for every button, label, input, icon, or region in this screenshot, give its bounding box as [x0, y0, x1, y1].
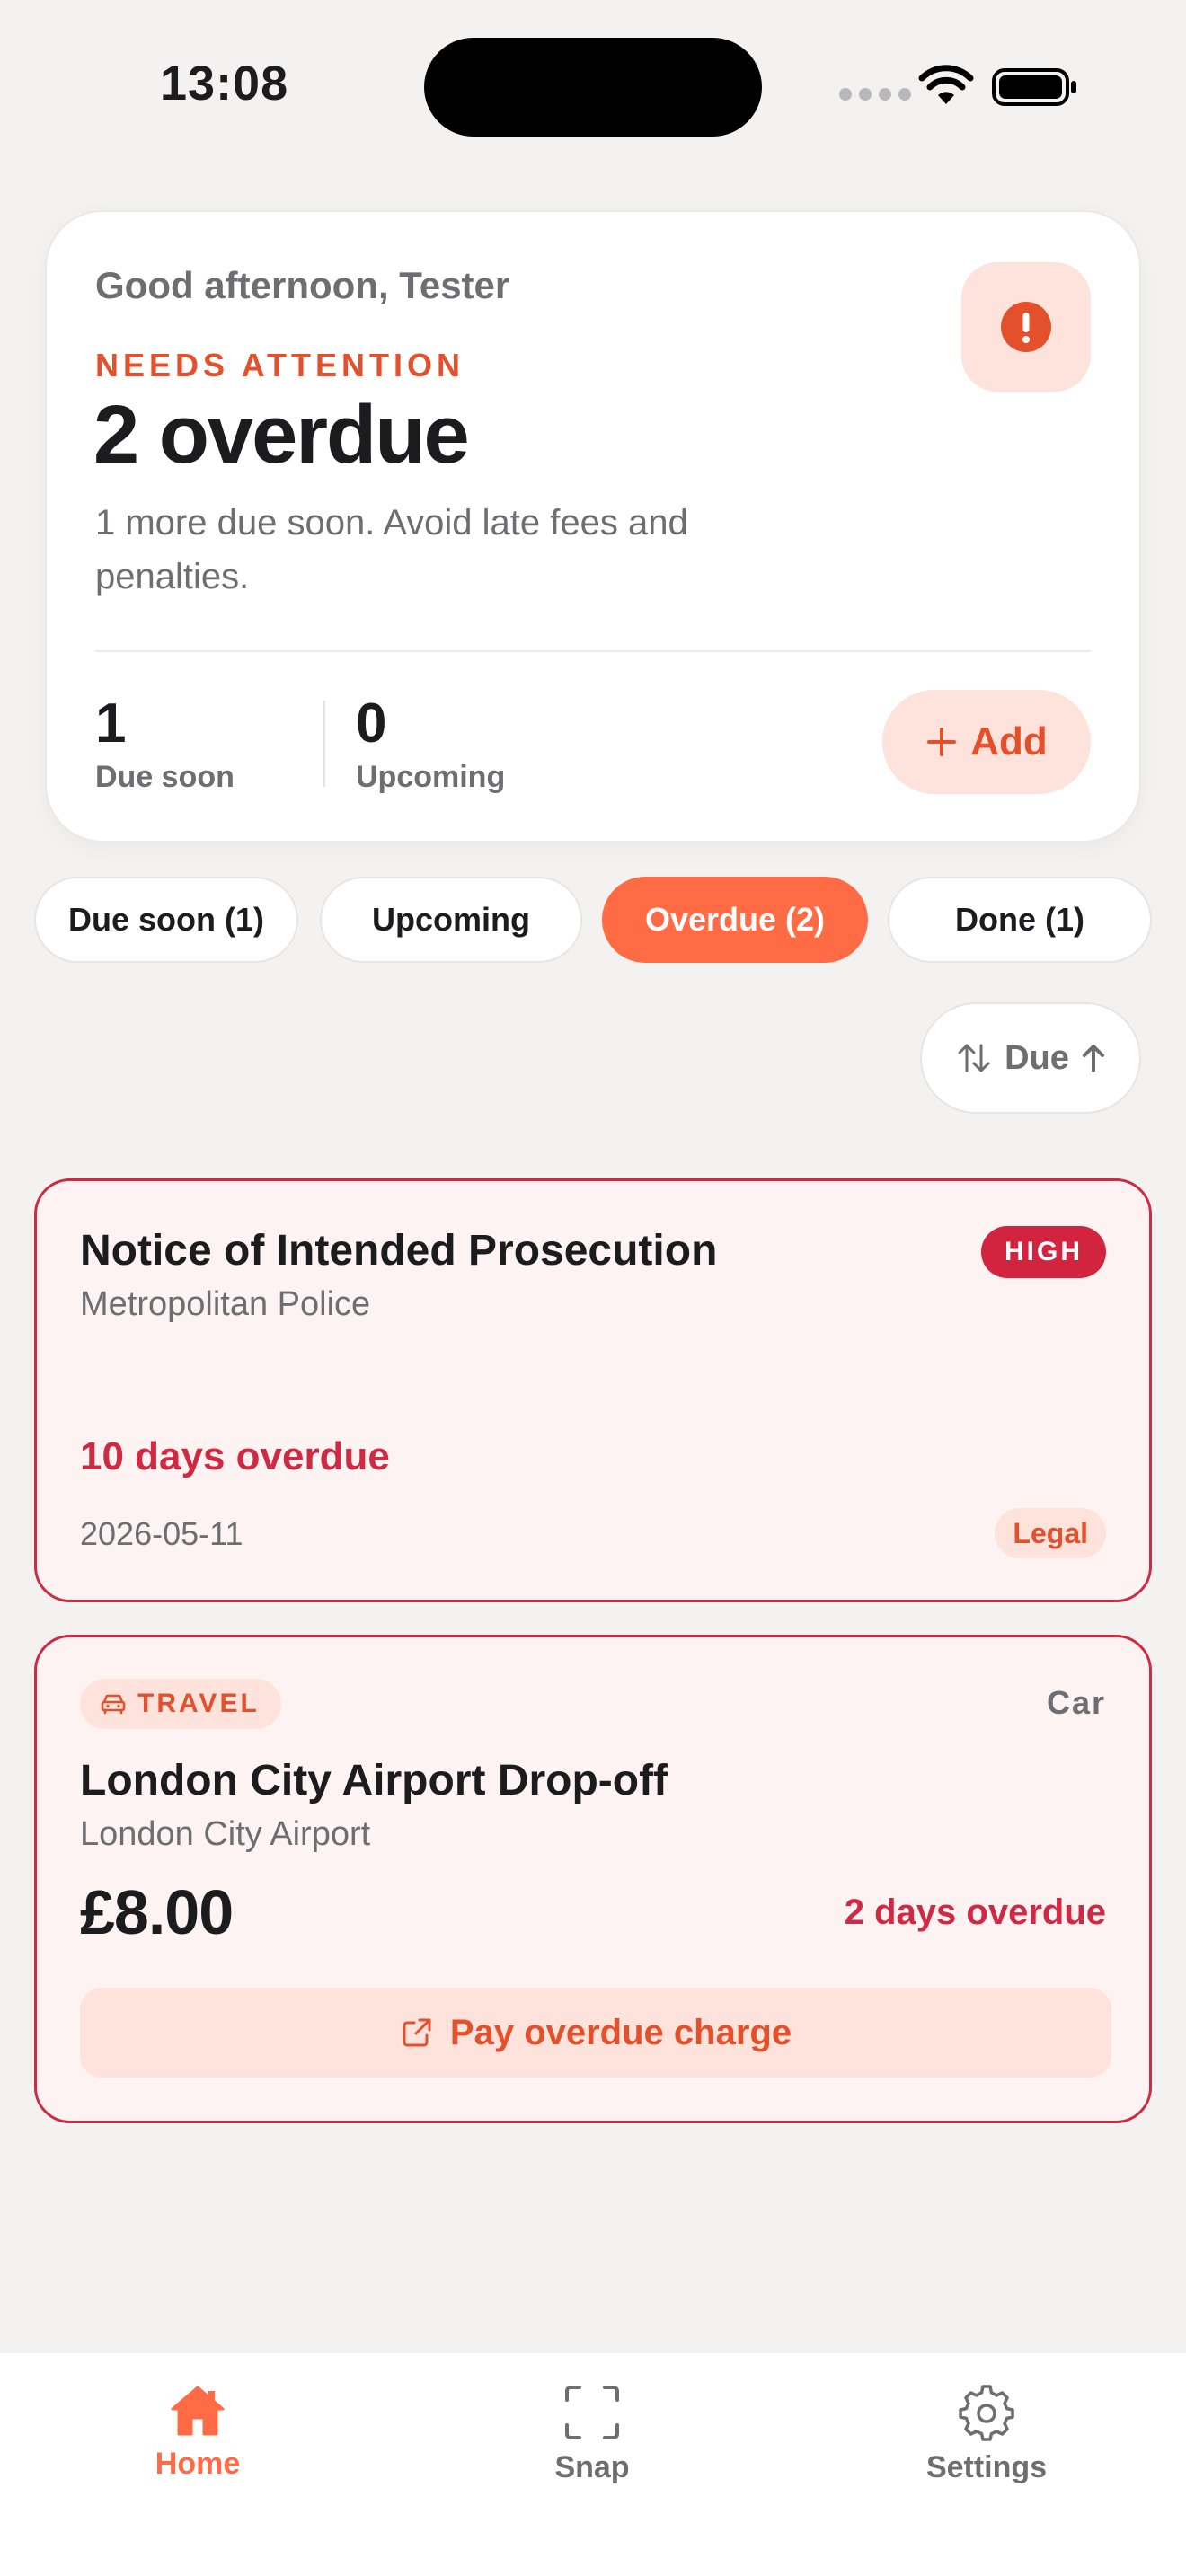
tab-label: Settings	[925, 2450, 1048, 2484]
item-issuer: Metropolitan Police	[80, 1285, 371, 1323]
status-bar: 13:08	[0, 0, 1186, 171]
category-tag: Legal	[995, 1508, 1106, 1558]
pay-overdue-button[interactable]: Pay overdue charge	[80, 1988, 1111, 2078]
filter-upcoming[interactable]: Upcoming	[320, 877, 582, 963]
battery-icon	[992, 68, 1076, 106]
tab-label: Snap	[554, 2450, 630, 2484]
sort-button[interactable]: Due	[920, 1002, 1141, 1114]
alert-badge	[961, 262, 1091, 392]
gear-icon	[959, 2385, 1014, 2441]
item-title: Notice of Intended Prosecution	[80, 1227, 718, 1275]
dynamic-island	[424, 38, 762, 137]
add-button[interactable]: Add	[882, 690, 1091, 794]
filter-done[interactable]: Done (1)	[888, 877, 1152, 963]
pay-button-label: Pay overdue charge	[449, 2012, 792, 2052]
plus-icon	[927, 728, 957, 756]
travel-tag-label: TRAVEL	[137, 1689, 260, 1718]
overdue-status: 2 days overdue	[844, 1892, 1106, 1932]
status-time: 13:08	[160, 57, 289, 110]
tab-label: Home	[155, 2447, 241, 2481]
tab-settings[interactable]: Settings	[888, 2384, 1085, 2485]
item-title: London City Airport Drop-off	[80, 1757, 668, 1804]
due-date: 2026-05-11	[80, 1515, 243, 1552]
summary-card: Good afternoon, Tester NEEDS ATTENTION 2…	[45, 210, 1141, 842]
stat-value: 1	[95, 693, 127, 754]
cellular-signal-icon	[839, 88, 911, 101]
item-issuer: London City Airport	[80, 1815, 371, 1853]
filter-overdue[interactable]: Overdue (2)	[602, 877, 868, 963]
scan-icon	[565, 2386, 619, 2439]
obligation-card[interactable]: TRAVEL Car London City Airport Drop-off …	[34, 1635, 1152, 2123]
stat-label: Due soon	[95, 760, 235, 794]
tab-home[interactable]: Home	[99, 2384, 296, 2482]
divider	[95, 650, 1091, 652]
summary-subtext: 1 more due soon. Avoid late fees and pen…	[95, 503, 688, 596]
stat-label: Upcoming	[356, 760, 506, 794]
filter-due-soon[interactable]: Due soon (1)	[34, 877, 298, 963]
stat-divider	[323, 701, 325, 787]
car-icon	[101, 1694, 126, 1715]
stat-upcoming: 0 Upcoming	[356, 692, 505, 795]
vehicle-type: Car	[1046, 1684, 1106, 1721]
sort-arrows-icon	[958, 1044, 990, 1072]
add-button-label: Add	[970, 719, 1048, 763]
amount: £8.00	[80, 1877, 234, 1947]
travel-tag: TRAVEL	[80, 1679, 281, 1729]
home-icon	[171, 2386, 225, 2436]
sort-label: Due	[1005, 1038, 1069, 1077]
greeting: Good afternoon, Tester	[95, 264, 510, 306]
tab-bar: Home Snap Settings	[0, 2353, 1186, 2576]
stat-due-soon: 1 Due soon	[95, 692, 235, 795]
wifi-icon	[918, 65, 974, 104]
tab-snap[interactable]: Snap	[493, 2384, 691, 2485]
priority-badge: HIGH	[981, 1226, 1106, 1278]
stat-value: 0	[356, 693, 387, 754]
obligation-card[interactable]: Notice of Intended Prosecution Metropoli…	[34, 1178, 1152, 1602]
arrow-up-icon	[1082, 1045, 1104, 1072]
overdue-status: 10 days overdue	[80, 1434, 390, 1478]
needs-attention-label: NEEDS ATTENTION	[95, 347, 465, 384]
alert-icon	[1001, 302, 1051, 352]
external-link-icon	[403, 2018, 431, 2047]
app-screen: 13:08 Good afternoon, Tester NEEDS ATTEN…	[0, 0, 1186, 2576]
overdue-headline: 2 overdue	[93, 389, 470, 481]
